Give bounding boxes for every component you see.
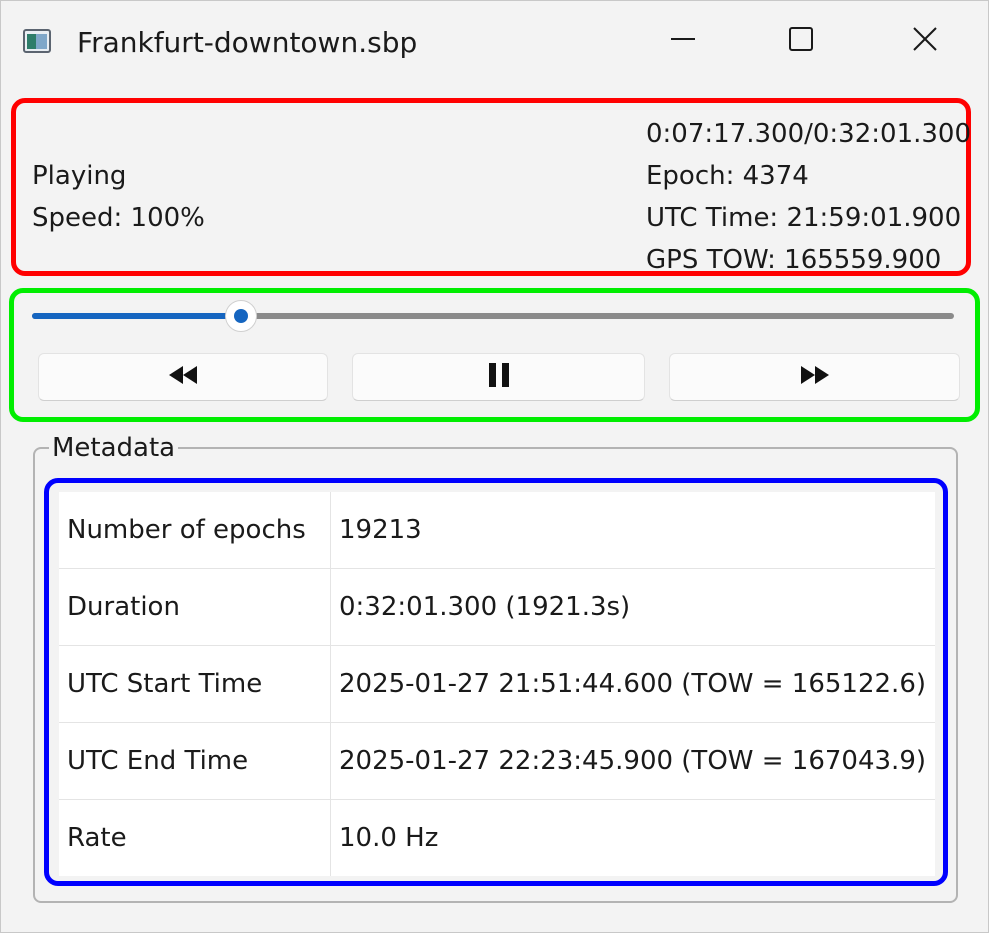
slider-thumb-dot xyxy=(234,309,249,323)
maximize-icon xyxy=(788,26,814,56)
status-left-group: Playing Speed: 100% xyxy=(32,155,205,239)
metadata-value[interactable]: 0:32:01.300 (1921.3s) xyxy=(330,568,935,646)
slider-progress xyxy=(32,313,242,319)
table-row[interactable]: UTC Start Time 2025-01-27 21:51:44.600 (… xyxy=(59,645,935,723)
rewind-icon xyxy=(168,364,198,390)
metadata-table: Number of epochs 19213 Duration 0:32:01.… xyxy=(59,492,935,876)
playback-status-panel: Playing Speed: 100% 0:07:17.300/0:32:01.… xyxy=(11,98,971,276)
fast-forward-button[interactable] xyxy=(669,353,960,401)
table-row[interactable]: UTC End Time 2025-01-27 22:23:45.900 (TO… xyxy=(59,722,935,800)
metadata-legend: Metadata xyxy=(49,432,179,464)
utc-time-readout: UTC Time: 21:59:01.900 xyxy=(646,203,962,233)
slider-thumb[interactable] xyxy=(225,300,258,332)
table-row[interactable]: Rate 10.0 Hz xyxy=(59,799,936,877)
metadata-key[interactable]: UTC Start Time xyxy=(59,645,331,723)
seek-slider[interactable] xyxy=(32,300,954,332)
metadata-key[interactable]: Duration xyxy=(59,568,331,646)
close-icon xyxy=(912,26,938,56)
playback-time: 0:07:17.300/0:32:01.300 xyxy=(646,119,971,149)
table-row[interactable]: Number of epochs 19213 xyxy=(59,492,935,569)
title-bar[interactable]: Frankfurt-downtown.sbp xyxy=(1,1,988,85)
metadata-key[interactable]: UTC End Time xyxy=(59,722,331,800)
status-right-group: 0:07:17.300/0:32:01.300 Epoch: 4374 UTC … xyxy=(646,113,971,281)
metadata-key[interactable]: Rate xyxy=(59,799,331,876)
metadata-value[interactable]: 10.0 Hz xyxy=(331,800,936,877)
metadata-value[interactable]: 19213 xyxy=(330,492,935,569)
metadata-key[interactable]: Number of epochs xyxy=(59,492,331,569)
play-state: Playing xyxy=(32,161,127,191)
pause-icon xyxy=(487,362,511,392)
window-title: Frankfurt-downtown.sbp xyxy=(77,26,418,59)
metadata-panel: Number of epochs 19213 Duration 0:32:01.… xyxy=(44,478,948,886)
pause-button[interactable] xyxy=(352,353,645,401)
rewind-button[interactable] xyxy=(38,353,328,401)
app-window: Frankfurt-downtown.sbp Playing Speed: 10… xyxy=(0,0,989,933)
table-row[interactable]: Duration 0:32:01.300 (1921.3s) xyxy=(59,568,935,646)
minimize-icon xyxy=(670,26,696,56)
playback-controls-panel xyxy=(9,288,980,422)
fast-forward-icon xyxy=(800,364,830,390)
app-window-icon xyxy=(23,29,51,53)
playback-speed: Speed: 100% xyxy=(32,203,205,233)
gps-tow-readout: GPS TOW: 165559.900 xyxy=(646,245,942,275)
close-button[interactable] xyxy=(889,15,961,67)
metadata-value[interactable]: 2025-01-27 22:23:45.900 (TOW = 167043.9) xyxy=(330,722,935,800)
maximize-button[interactable] xyxy=(765,15,837,67)
metadata-value[interactable]: 2025-01-27 21:51:44.600 (TOW = 165122.6) xyxy=(330,645,935,723)
epoch-readout: Epoch: 4374 xyxy=(646,161,809,191)
minimize-button[interactable] xyxy=(647,15,719,67)
